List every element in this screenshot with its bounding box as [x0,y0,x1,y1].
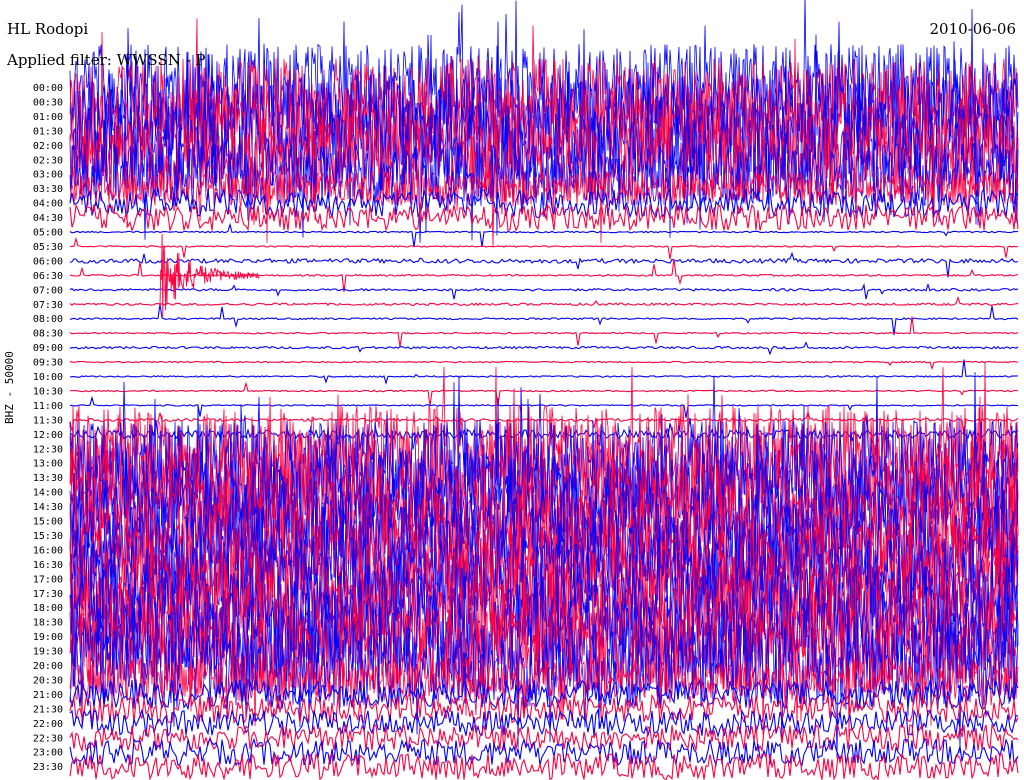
tick-label: 18:30 [33,618,63,629]
tick-label: 17:00 [33,574,63,585]
tick-label: 01:00 [33,112,63,123]
trace-line [69,251,1019,278]
trace-line [69,359,1019,386]
tick-label: 09:30 [33,358,63,369]
trace-line [69,282,1019,300]
tick-label: 23:30 [33,762,63,773]
tick-label: 00:30 [33,97,63,108]
time-tick-labels: 00:00 00:30 01:00 01:30 02:00 02:30 03:00 03:30… [33,83,63,773]
tick-label: 14:30 [33,502,63,513]
tick-label: 23:00 [33,748,63,759]
tick-label: 16:30 [33,560,63,571]
tick-label: 03:00 [33,170,63,181]
tick-label: 10:30 [33,386,63,397]
tick-label: 19:30 [33,647,63,658]
tick-label: 13:00 [33,459,63,470]
tick-label: 11:30 [33,415,63,426]
tick-label: 05:00 [33,228,63,239]
trace-line [69,296,1019,307]
tick-label: 22:30 [33,733,63,744]
tick-label: 06:00 [33,256,63,267]
tick-label: 17:30 [33,589,63,600]
tick-label: 01:30 [33,126,63,137]
date-label: 2010-06-06 [929,20,1016,38]
trace-line [69,258,1019,293]
tick-label: 10:00 [33,372,63,383]
station-title: HL Rodopi [7,20,89,38]
tick-label: 22:00 [33,719,63,730]
tick-label: 18:00 [33,603,63,614]
tick-label: 03:30 [33,184,63,195]
tick-label: 12:00 [33,430,63,441]
trace-line [69,303,1019,336]
trace-line [69,203,1019,233]
tick-label: 07:00 [33,285,63,296]
trace-line [69,341,1019,356]
tick-label: 12:30 [33,444,63,455]
tick-label: 21:30 [33,704,63,715]
filter-label: Applied filter: WWSSN - P [7,51,206,69]
tick-label: 06:30 [33,271,63,282]
tick-label: 14:00 [33,488,63,499]
tick-label: 09:00 [33,343,63,354]
tick-label: 05:30 [33,242,63,253]
tick-label: 02:00 [33,141,63,152]
trace-line [69,381,1019,407]
trace-line [69,708,1019,739]
tick-label: 20:00 [33,661,63,672]
helicorder-chart: 00:00 00:30 01:00 01:30 02:00 02:30 03:00 03:30… [33,0,1019,780]
trace-lines [69,0,1019,780]
tick-label: 11:00 [33,401,63,412]
tick-label: 15:00 [33,517,63,528]
tick-label: 21:00 [33,690,63,701]
tick-label: 20:30 [33,675,63,686]
tick-label: 15:30 [33,531,63,542]
channel-axis-label: BHZ - 50000 [3,351,16,424]
trace-line [69,692,1019,725]
tick-label: 04:30 [33,213,63,224]
trace-line [69,316,1019,347]
tick-label: 19:00 [33,632,63,643]
tick-label: 13:30 [33,473,63,484]
trace-line [69,360,1019,371]
tick-label: 07:30 [33,300,63,311]
tick-label: 16:00 [33,545,63,556]
tick-label: 04:00 [33,199,63,210]
tick-label: 08:00 [33,314,63,325]
tick-label: 08:30 [33,329,63,340]
tick-label: 00:00 [33,83,63,94]
tick-label: 02:30 [33,155,63,166]
trace-line [69,236,1019,260]
